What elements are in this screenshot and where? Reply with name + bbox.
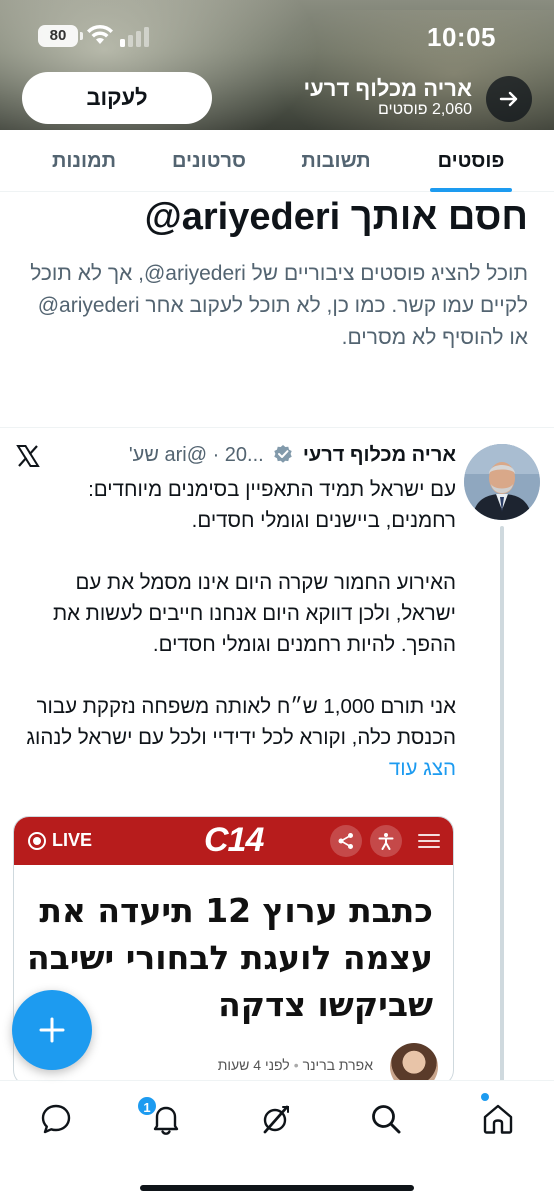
verified-badge-icon — [274, 445, 292, 463]
arrow-right-icon — [499, 91, 518, 107]
tweet-paragraph: אני תורם 1,000 ש״ח לאותה משפחה נזקקת עבו… — [16, 691, 456, 784]
x-logo-icon — [16, 445, 40, 467]
tweet-paragraph: האירוע החמור שקרה היום אינו מסמל את עם י… — [52, 571, 456, 656]
back-button[interactable] — [486, 76, 532, 122]
tweet-author-name[interactable]: אריה מכלוף דרעי — [303, 444, 456, 466]
status-bar: 80 10:05 — [0, 0, 554, 70]
author-avatar[interactable] — [464, 444, 540, 520]
header-profile-name: אריה מכלוף דרעי — [303, 76, 472, 101]
card-meta: אפרת ברינר•לפני 4 שעות — [218, 1057, 373, 1073]
status-time: 10:05 — [427, 22, 496, 52]
meta-separator: • — [293, 1057, 299, 1073]
follow-button[interactable]: לעקוב — [22, 72, 212, 124]
tab-replies[interactable]: תשובות — [294, 130, 378, 192]
tweet-header: אריה מכלוף דרעי ...ari@ · 20 שע' — [129, 444, 456, 467]
card-time: לפני 4 שעות — [217, 1057, 290, 1073]
tweet-handle-time: ...ari@ · 20 שע' — [128, 444, 264, 466]
accessibility-icon — [370, 825, 402, 857]
section-divider — [0, 427, 554, 428]
show-more-link[interactable]: הצג עוד — [389, 757, 456, 780]
tab-posts[interactable]: פוסטים — [430, 130, 512, 192]
tweet-text: עם ישראל תמיד התאפיין בסימנים מיוחדים: ר… — [16, 474, 456, 784]
live-dot-icon — [28, 831, 46, 850]
home-indicator-bar — [140, 1185, 414, 1191]
nav-messages[interactable] — [34, 1097, 78, 1141]
wifi-icon — [87, 24, 113, 44]
nav-home[interactable] — [476, 1097, 520, 1141]
menu-icon — [418, 834, 440, 848]
author-photo — [464, 444, 540, 520]
chat-bubble-icon — [41, 1104, 71, 1134]
tab-videos[interactable]: סרטונים — [164, 130, 254, 192]
card-header-bar: LIVE C14 — [14, 817, 453, 865]
search-icon — [372, 1105, 401, 1134]
c14-logo: C14 — [204, 821, 264, 859]
tweet-paragraph-text: אני תורם 1,000 ש״ח לאותה משפחה נזקקת עבו… — [26, 695, 456, 749]
bottom-navigation: 1 — [0, 1080, 554, 1200]
compose-post-button[interactable] — [12, 990, 92, 1070]
header-posts-count: 2,060 פוסטים — [377, 101, 472, 118]
tab-photos[interactable]: תמונות — [42, 130, 126, 192]
blocked-title: חסם אותך ariyederi@ — [144, 196, 528, 238]
thread-line — [500, 526, 504, 1086]
live-indicator: LIVE — [28, 830, 92, 851]
notification-badge: 1 — [136, 1095, 158, 1117]
profile-header-banner: 80 10:05 לעקוב אריה מכלוף דרעי 2,060 פוס… — [0, 0, 554, 130]
tweet-paragraph: עם ישראל תמיד התאפיין בסימנים מיוחדים: ר… — [88, 478, 456, 532]
home-new-indicator — [481, 1093, 489, 1101]
home-icon — [483, 1104, 513, 1134]
grok-icon — [263, 1105, 289, 1134]
signal-icon — [120, 27, 149, 47]
card-author: אפרת ברינר — [302, 1057, 373, 1073]
live-label: LIVE — [52, 830, 93, 850]
nav-search[interactable] — [364, 1097, 408, 1141]
profile-tabs: פוסטים תשובות סרטונים תמונות — [0, 130, 554, 192]
plus-icon — [39, 1017, 65, 1043]
nav-grok[interactable] — [254, 1097, 298, 1141]
blocked-description: תוכל להציג פוסטים ציבוריים של ariyederi@… — [30, 262, 528, 349]
battery-indicator: 80 — [38, 25, 83, 47]
share-icon — [330, 825, 362, 857]
